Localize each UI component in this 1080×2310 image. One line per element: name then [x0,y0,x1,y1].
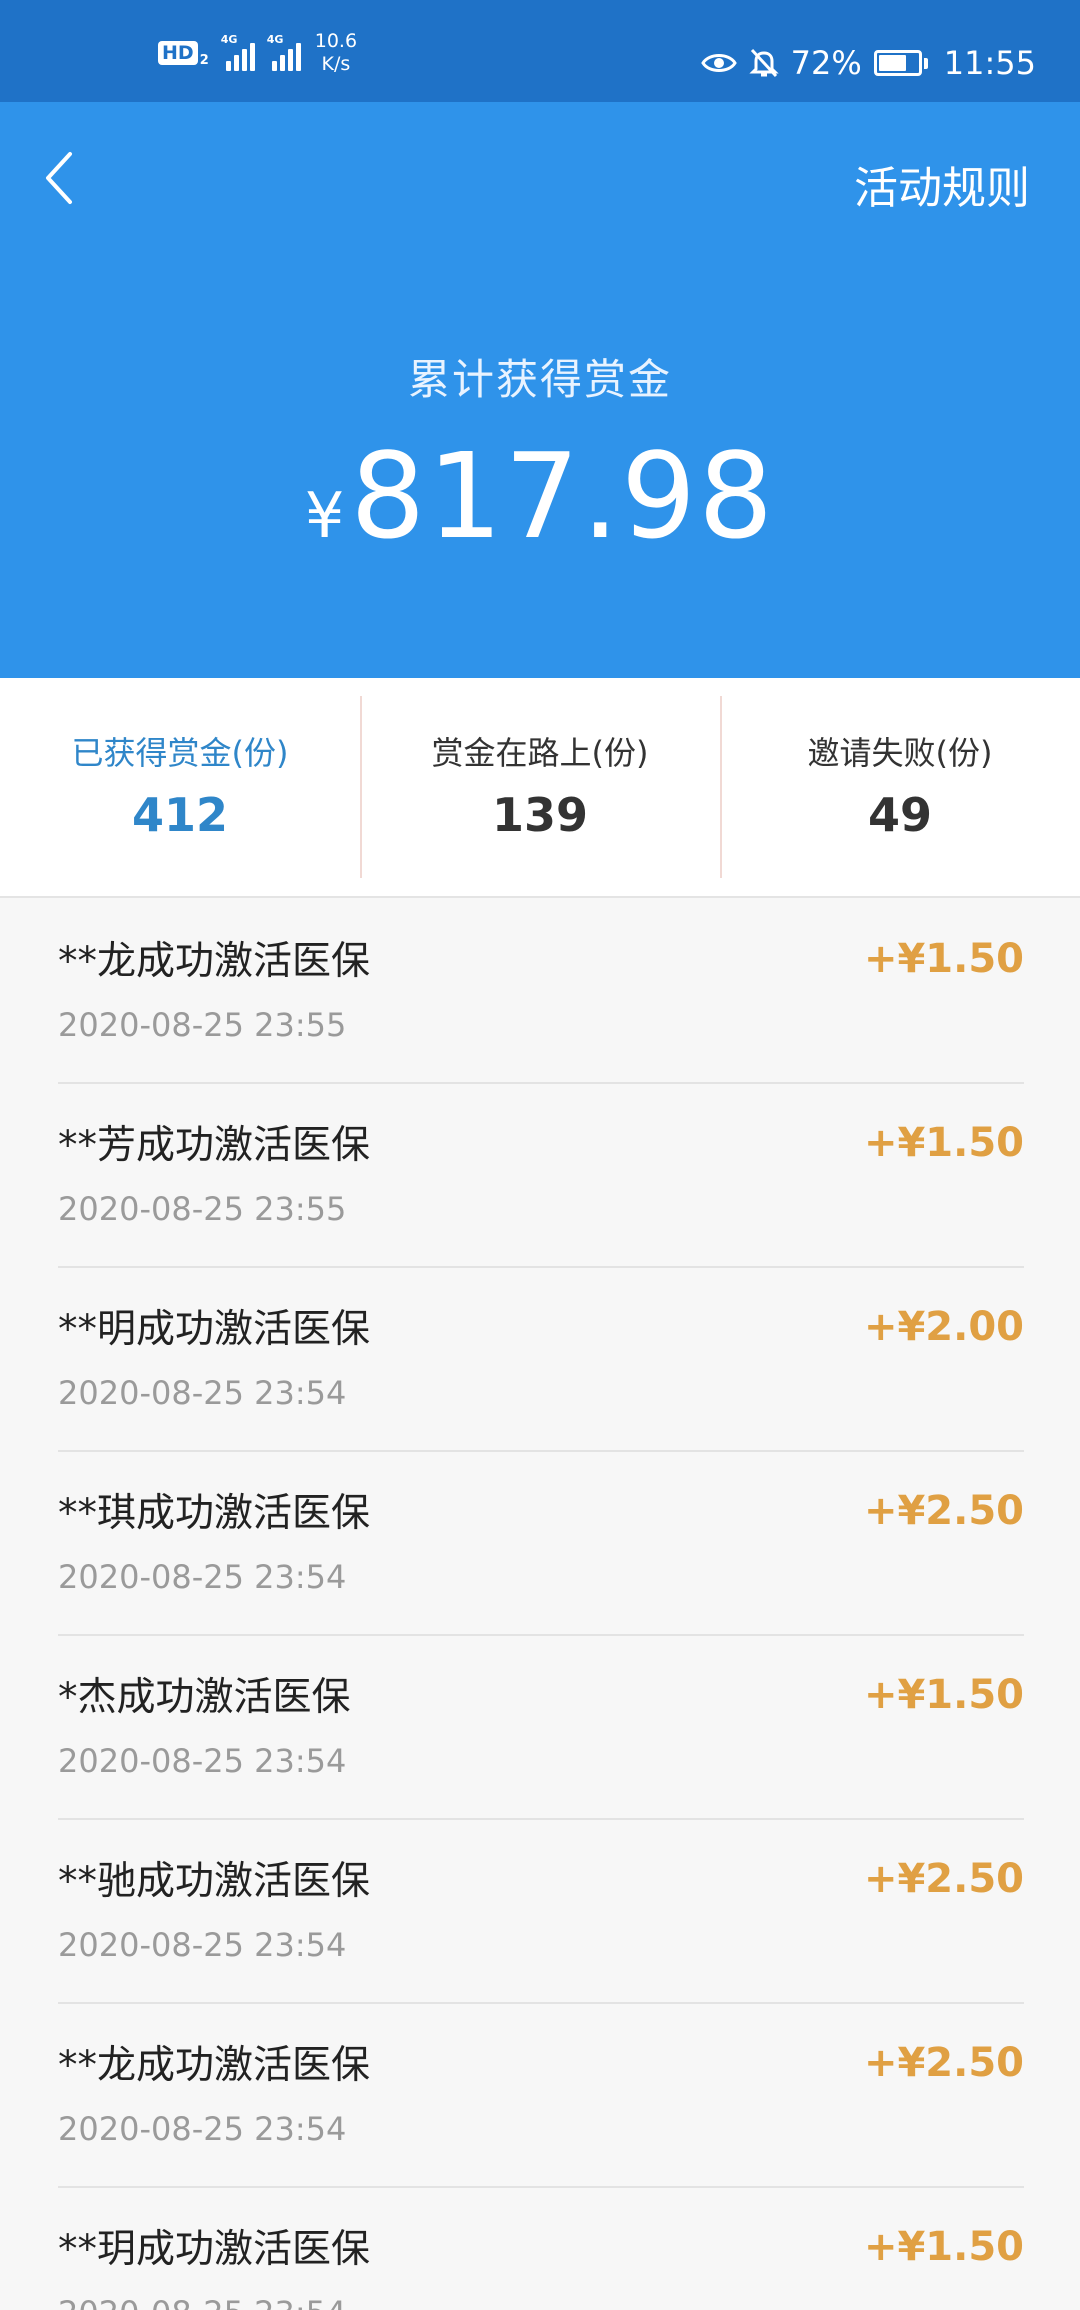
hd-badge: HD [158,41,198,65]
battery-percent: 72% [790,44,862,82]
battery-icon [873,50,928,76]
stat-value: 49 [867,788,932,842]
tab-earned[interactable]: 已获得赏金(份) 412 [0,678,360,896]
record-title: **琪成功激活医保 [58,1491,371,1536]
hd-sub: 2 [199,52,209,68]
record-time: 2020-08-25 23:54 [58,2110,347,2148]
status-left: HD 2 4G 4G 10.6 K/s [158,30,357,76]
list-item[interactable]: **芳成功激活医保 2020-08-25 23:55 +¥1.50 [58,1084,1024,1268]
status-bar: HD 2 4G 4G 10.6 K/s 72% 11:55 [0,0,1080,102]
signal-icon: 4G [220,33,255,71]
record-time: 2020-08-25 23:54 [58,1742,347,1780]
record-amount: +¥2.00 [863,1304,1024,1350]
reward-record-list: **龙成功激活医保 2020-08-25 23:55 +¥1.50 **芳成功激… [58,900,1024,2310]
record-title: *杰成功激活医保 [58,1675,351,1720]
stat-label: 邀请失败(份) [807,734,993,772]
chevron-left-icon [46,152,72,204]
record-amount: +¥1.50 [863,2224,1024,2270]
record-title: **驰成功激活医保 [58,1859,371,1904]
stat-value: 139 [491,788,589,842]
currency-symbol: ¥ [304,479,345,552]
record-time: 2020-08-25 23:54 [58,1558,347,1596]
list-item[interactable]: **玥成功激活医保 2020-08-25 23:54 +¥1.50 [58,2188,1024,2310]
signal-label-2: 4G [266,33,284,46]
list-item[interactable]: **驰成功激活医保 2020-08-25 23:54 +¥2.50 [58,1820,1024,2004]
record-time: 2020-08-25 23:55 [58,1190,347,1228]
net-speed-unit: K/s [321,53,351,75]
record-amount: +¥2.50 [863,2040,1024,2086]
record-amount: +¥1.50 [863,1672,1024,1718]
status-right: 72% 11:55 [700,40,1036,86]
record-amount: +¥2.50 [863,1856,1024,1902]
record-title: **芳成功激活医保 [58,1123,371,1168]
total-reward-label: 累计获得赏金 [407,355,672,404]
tab-failed[interactable]: 邀请失败(份) 49 [720,678,1080,896]
activity-rules-link[interactable]: 活动规则 [854,152,1030,216]
record-amount: +¥2.50 [863,1488,1024,1534]
reward-header: 活动规则 累计获得赏金 ¥817.98 [0,102,1080,678]
list-item[interactable]: **琪成功激活医保 2020-08-25 23:54 +¥2.50 [58,1452,1024,1636]
record-time: 2020-08-25 23:54 [58,1926,347,1964]
record-time: 2020-08-25 23:54 [58,2294,346,2310]
record-time: 2020-08-25 23:54 [58,1374,347,1412]
total-reward-amount: ¥817.98 [0,427,1080,565]
record-title: **龙成功激活医保 [58,939,371,984]
signal-icon-2: 4G [266,33,301,71]
stats-tabs: 已获得赏金(份) 412 赏金在路上(份) 139 邀请失败(份) 49 [0,678,1080,898]
total-amount-value: 817.98 [350,427,776,565]
list-item[interactable]: **明成功激活医保 2020-08-25 23:54 +¥2.00 [58,1268,1024,1452]
record-amount: +¥1.50 [863,936,1024,982]
list-item[interactable]: *杰成功激活医保 2020-08-25 23:54 +¥1.50 [58,1636,1024,1820]
stat-value: 412 [131,788,229,842]
bell-off-icon [749,47,779,79]
record-amount: +¥1.50 [863,1120,1024,1166]
back-button[interactable] [44,146,88,210]
stat-label: 赏金在路上(份) [431,734,649,772]
list-item[interactable]: **龙成功激活医保 2020-08-25 23:55 +¥1.50 [58,900,1024,1084]
net-speed: 10.6 K/s [315,30,357,76]
net-speed-value: 10.6 [314,30,358,52]
tab-pending[interactable]: 赏金在路上(份) 139 [360,678,720,896]
stat-label: 已获得赏金(份) [71,734,289,772]
clock: 11:55 [943,44,1036,82]
record-title: **玥成功激活医保 [58,2227,371,2272]
record-time: 2020-08-25 23:55 [58,1006,347,1044]
record-title: **龙成功激活医保 [58,2043,371,2088]
eye-icon [700,49,737,77]
list-item[interactable]: **龙成功激活医保 2020-08-25 23:54 +¥2.50 [58,2004,1024,2188]
signal-label: 4G [220,33,238,46]
record-title: **明成功激活医保 [58,1307,371,1352]
